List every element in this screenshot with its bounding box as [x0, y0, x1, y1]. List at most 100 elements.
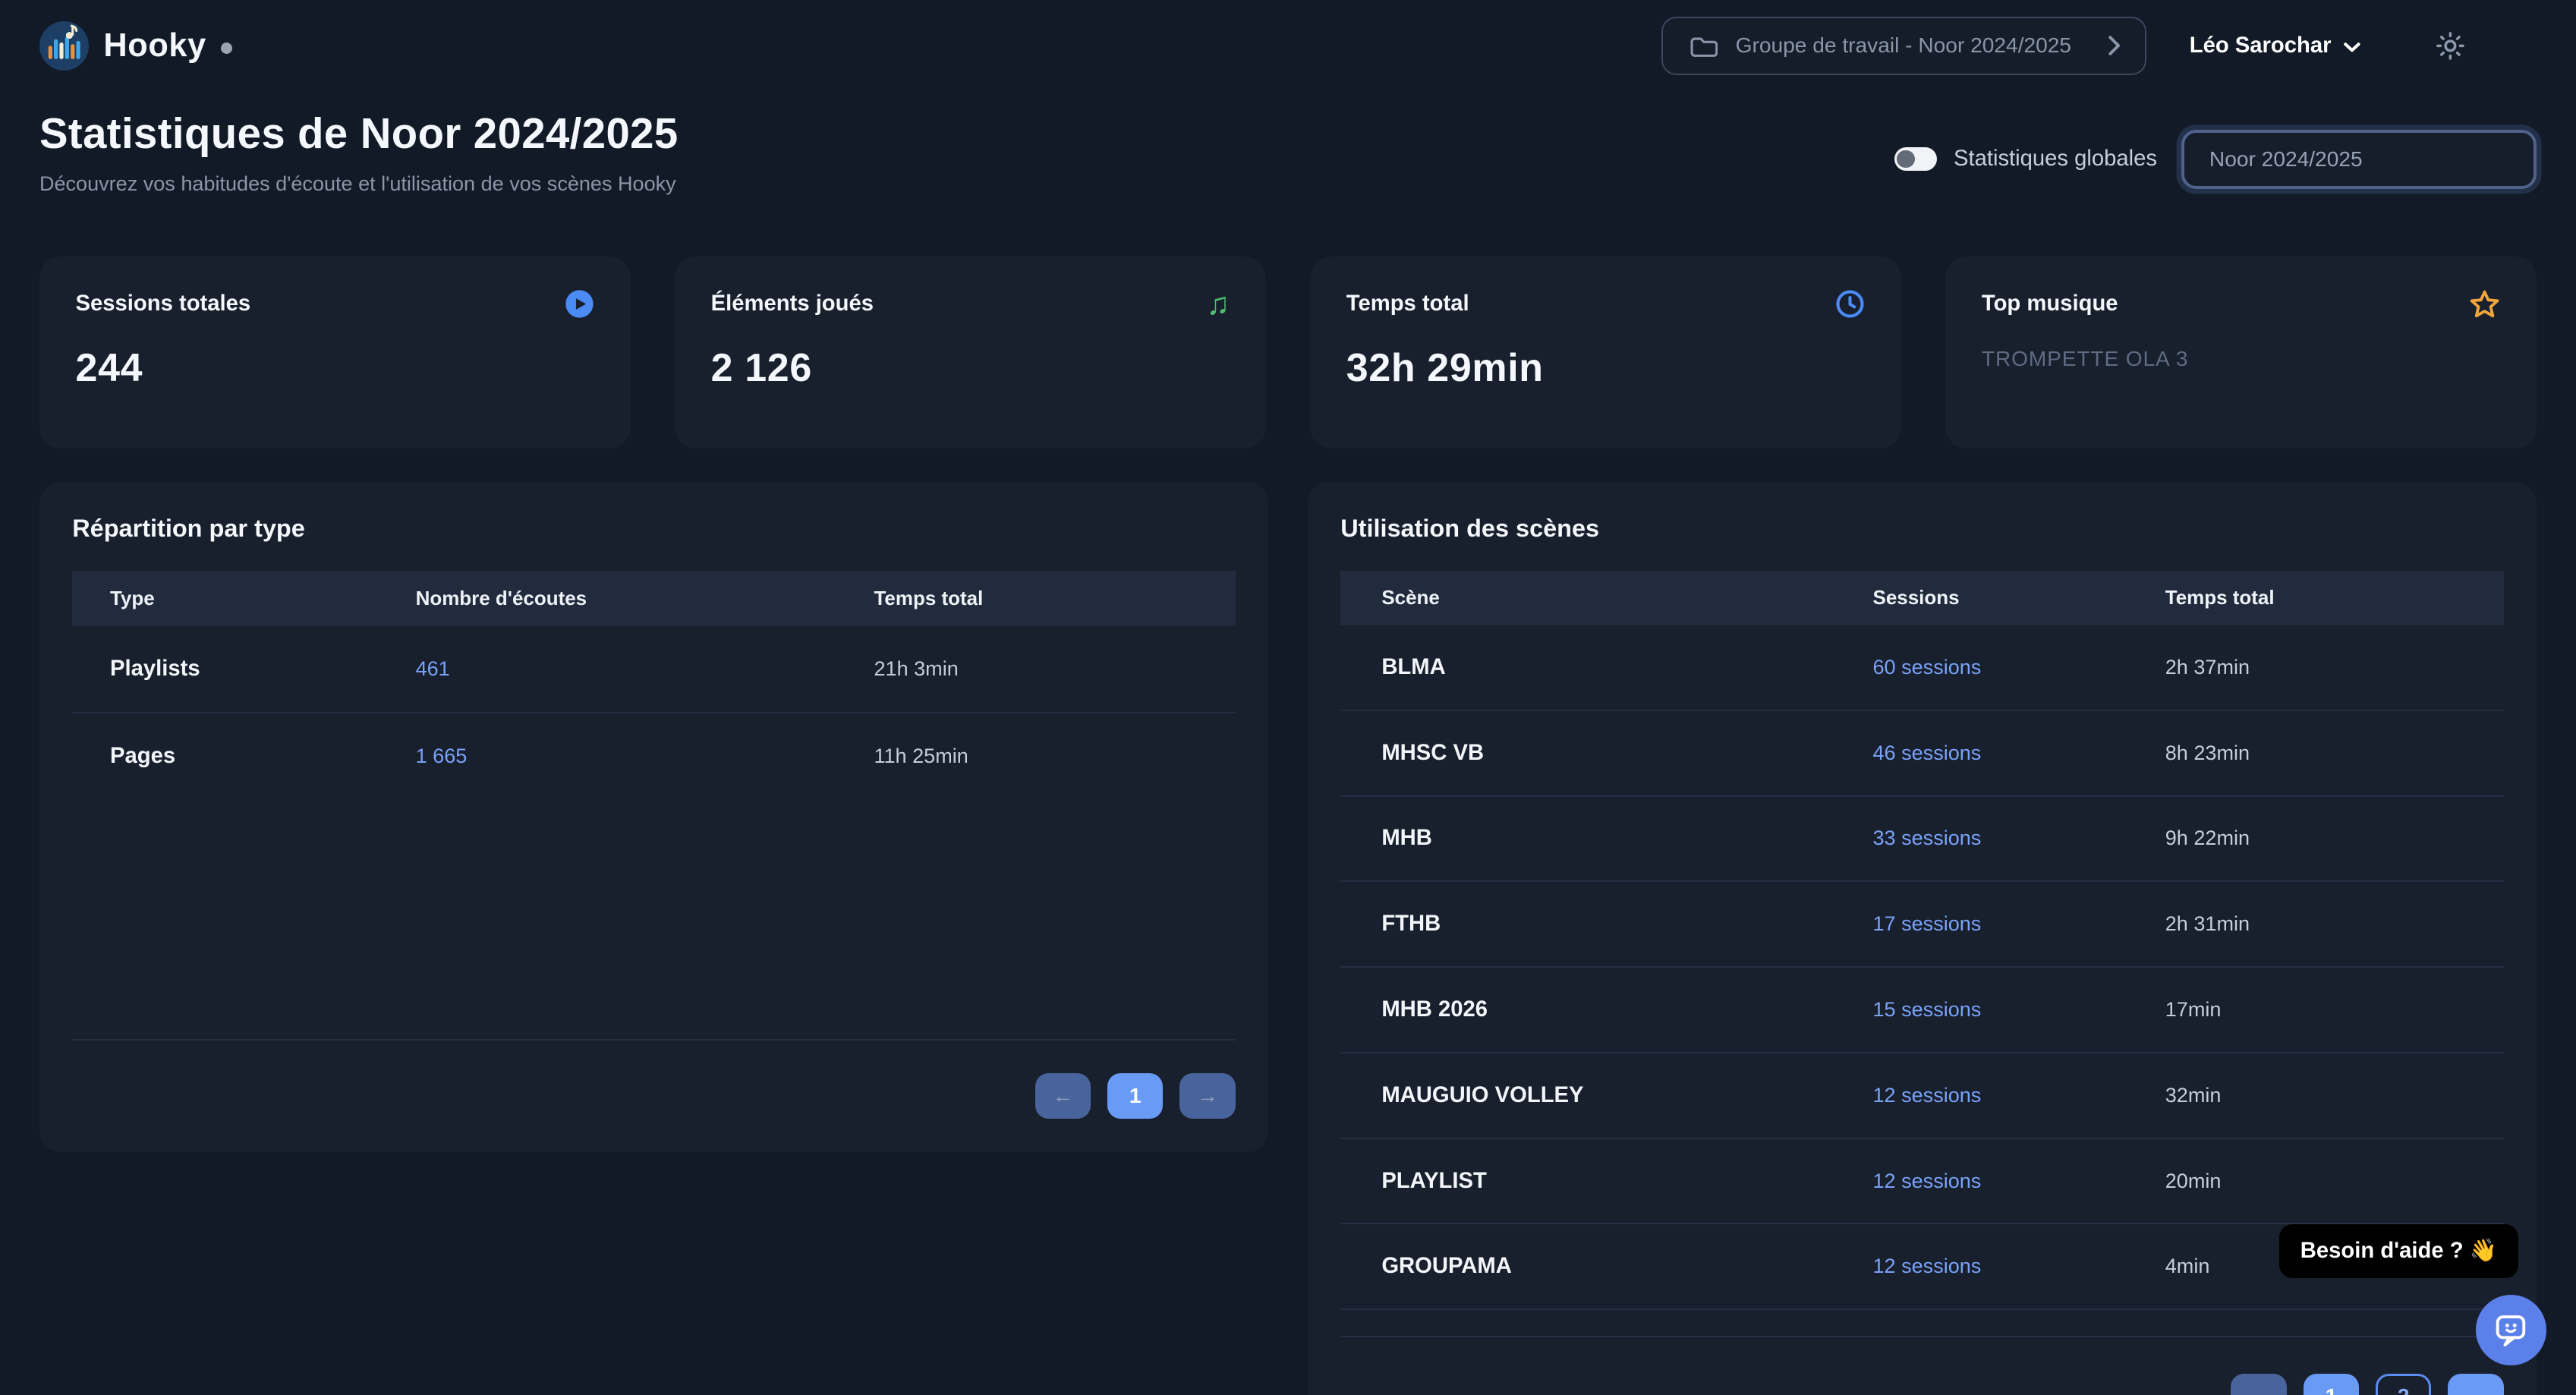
pagination-page-button[interactable]: 2 [2376, 1374, 2432, 1395]
workspace-switcher-button[interactable]: Groupe de travail - Noor 2024/2025 [1661, 17, 2146, 76]
music-notes-icon: ♫ [1206, 289, 1230, 319]
table-row: MAUGUIO VOLLEY 12 sessions 32min [1340, 1053, 2504, 1139]
table-header: Type Nombre d'écoutes Temps total [72, 571, 1235, 627]
time-value: 32min [2165, 1084, 2504, 1107]
divider [72, 1039, 1235, 1041]
page-head: Statistiques de Noor 2024/2025 Découvrez… [0, 82, 2576, 196]
chat-launcher-button[interactable] [2476, 1295, 2546, 1365]
scene-name: BLMA [1340, 655, 1872, 680]
pagination-page-button[interactable]: 1 [2304, 1374, 2360, 1395]
global-stats-toggle[interactable] [1894, 147, 1937, 170]
table-row: MHB 2026 15 sessions 17min [1340, 968, 2504, 1053]
column-header: Type [72, 587, 415, 610]
sessions-link[interactable]: 33 sessions [1873, 827, 2165, 850]
pagination-prev-button[interactable]: ← [1035, 1073, 1091, 1119]
column-header: Temps total [2165, 586, 2504, 609]
column-header: Sessions [1873, 586, 2165, 609]
stat-card-sessions: Sessions totales 244 [39, 257, 631, 449]
page-subtitle: Découvrez vos habitudes d'écoute et l'ut… [39, 172, 679, 196]
theme-toggle-button[interactable] [2436, 32, 2464, 60]
user-name: Léo Sarochar [2190, 33, 2332, 58]
sessions-link[interactable]: 15 sessions [1873, 998, 2165, 1022]
sessions-link[interactable]: 12 sessions [1873, 1170, 2165, 1193]
table-row: MHB 33 sessions 9h 22min [1340, 797, 2504, 883]
brand: Hooky [39, 21, 233, 71]
pagination-page-button[interactable]: 1 [1107, 1073, 1164, 1119]
scene-name: MHB 2026 [1340, 997, 1872, 1022]
stat-card-elements: Éléments joués ♫ 2 126 [675, 257, 1266, 449]
pagination-next-button[interactable]: → [1179, 1073, 1236, 1119]
column-header: Scène [1340, 586, 1872, 609]
table-row: FTHB 17 sessions 2h 31min [1340, 882, 2504, 968]
time-value: 11h 25min [874, 745, 1235, 768]
panel-spacer [72, 798, 1235, 1038]
status-dot [221, 43, 232, 54]
topbar-right: Groupe de travail - Noor 2024/2025 Léo S… [1661, 17, 2537, 76]
scene-name: MAUGUIO VOLLEY [1340, 1083, 1872, 1108]
sessions-link[interactable]: 17 sessions [1873, 912, 2165, 936]
count-link[interactable]: 461 [416, 657, 874, 681]
scene-name: MHSC VB [1340, 741, 1872, 766]
stat-value: TROMPETTE OLA 3 [1982, 347, 2500, 371]
brand-name: Hooky [103, 27, 206, 65]
main-panels: Répartition par type Type Nombre d'écout… [0, 482, 2576, 1395]
scope-select[interactable]: Noor 2024/2025 [2181, 130, 2537, 189]
help-tooltip: Besoin d'aide ? 👋 [2279, 1224, 2519, 1278]
time-value: 8h 23min [2165, 742, 2504, 765]
pagination-next-button[interactable]: → [2448, 1374, 2504, 1395]
stat-label: Éléments joués [711, 291, 874, 316]
chevron-down-icon [2343, 42, 2361, 53]
empty-table-row [1340, 1310, 2504, 1337]
stat-label: Top musique [1982, 291, 2118, 316]
sessions-link[interactable]: 12 sessions [1873, 1084, 2165, 1107]
stat-card-time: Temps total 32h 29min [1310, 257, 1901, 449]
scene-name: PLAYLIST [1340, 1169, 1872, 1194]
type-name: Pages [72, 744, 415, 769]
time-value: 2h 37min [2165, 656, 2504, 679]
stat-value: 32h 29min [1346, 345, 1865, 391]
scene-name: GROUPAMA [1340, 1254, 1872, 1279]
type-breakdown-panel: Répartition par type Type Nombre d'écout… [39, 482, 1268, 1152]
pagination: ← 1 → [72, 1073, 1235, 1119]
column-header: Nombre d'écoutes [416, 587, 874, 610]
pagination-prev-button[interactable]: ← [2231, 1374, 2287, 1395]
scene-name: MHB [1340, 826, 1872, 851]
stat-value: 244 [76, 345, 594, 391]
panel-title: Répartition par type [72, 515, 1235, 543]
pagination: ← 1 2 → [1340, 1374, 2504, 1395]
app-root: Hooky Groupe de travail - Noor 2024/2025… [0, 0, 2576, 1395]
sessions-link[interactable]: 12 sessions [1873, 1255, 2165, 1278]
topbar: Hooky Groupe de travail - Noor 2024/2025… [0, 0, 2576, 82]
sessions-link[interactable]: 60 sessions [1873, 656, 2165, 679]
folder-icon [1688, 33, 1718, 59]
table-row: PLAYLIST 12 sessions 20min [1340, 1139, 2504, 1225]
time-value: 9h 22min [2165, 827, 2504, 850]
stat-label: Sessions totales [76, 291, 251, 316]
scene-name: FTHB [1340, 912, 1872, 937]
scope-select-value: Noor 2024/2025 [2209, 147, 2363, 172]
play-circle-icon [565, 289, 594, 319]
page-head-text: Statistiques de Noor 2024/2025 Découvrez… [39, 109, 679, 196]
global-stats-toggle-label: Statistiques globales [1954, 146, 2157, 172]
stat-value: 2 126 [711, 345, 1230, 391]
sun-icon [2436, 32, 2464, 60]
column-header: Temps total [874, 587, 1235, 610]
panel-title: Utilisation des scènes [1340, 515, 2504, 543]
type-name: Playlists [72, 657, 415, 682]
stat-card-top-music: Top musique TROMPETTE OLA 3 [1945, 257, 2537, 449]
table-row: MHSC VB 46 sessions 8h 23min [1340, 711, 2504, 797]
chat-smiley-icon [2491, 1310, 2530, 1349]
star-icon [2469, 289, 2500, 320]
page-head-controls: Statistiques globales Noor 2024/2025 [1894, 130, 2537, 189]
time-value: 21h 3min [874, 657, 1235, 681]
time-value: 2h 31min [2165, 912, 2504, 936]
sessions-link[interactable]: 46 sessions [1873, 742, 2165, 765]
user-menu-button[interactable]: Léo Sarochar [2190, 33, 2361, 58]
table-row: Pages 1 665 11h 25min [72, 713, 1235, 799]
hooky-logo-icon [39, 21, 89, 71]
page-title: Statistiques de Noor 2024/2025 [39, 109, 679, 158]
count-link[interactable]: 1 665 [416, 745, 874, 768]
table-row: BLMA 60 sessions 2h 37min [1340, 625, 2504, 711]
workspace-label: Groupe de travail - Noor 2024/2025 [1736, 33, 2071, 58]
table-header: Scène Sessions Temps total [1340, 571, 2504, 625]
